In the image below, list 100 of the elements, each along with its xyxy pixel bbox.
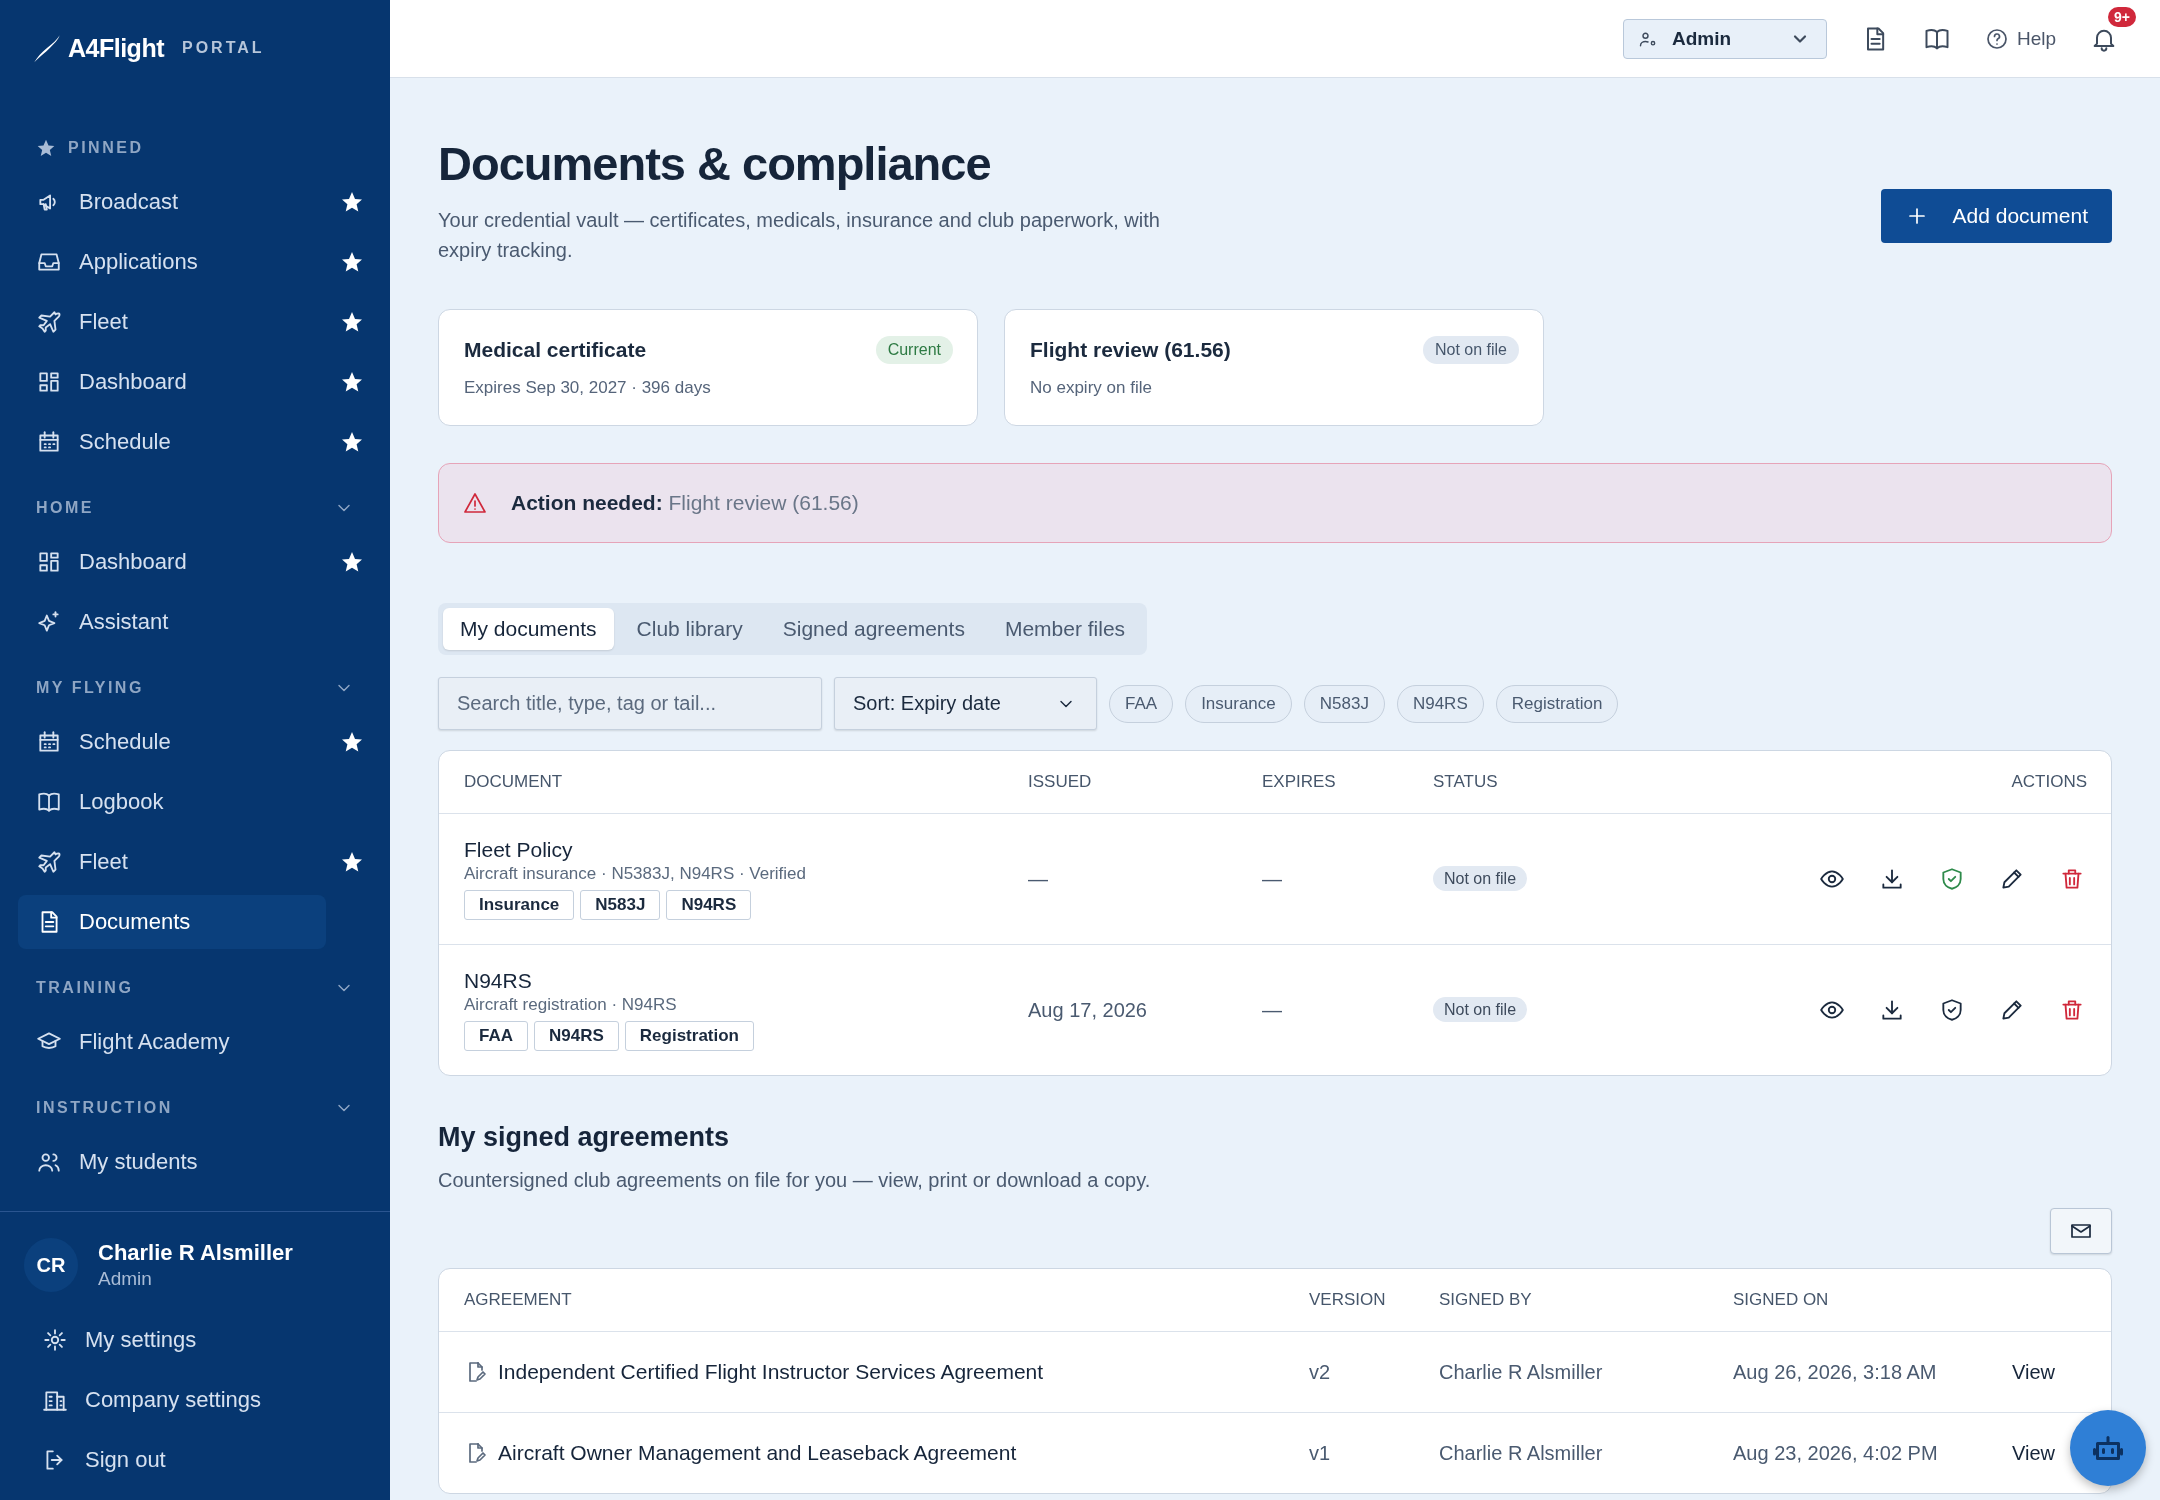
notification-count: 9+	[2108, 6, 2136, 27]
table-cell-text: v2	[1309, 1360, 1332, 1384]
shield-check-icon[interactable]	[1939, 866, 1965, 892]
tab[interactable]: Club library	[619, 608, 760, 650]
brand-name: A4Flight	[68, 33, 164, 63]
status-badge: Current	[875, 336, 953, 364]
star-icon[interactable]	[340, 430, 364, 454]
star-icon[interactable]	[340, 850, 364, 874]
tag: N94RS	[534, 1021, 619, 1051]
tab[interactable]: Member files	[987, 608, 1143, 650]
nav-item[interactable]: Dashboard	[18, 355, 326, 409]
tag: Registration	[624, 1021, 754, 1051]
tag: FAA	[464, 1021, 528, 1051]
column-header: AGREEMENT	[464, 1290, 573, 1310]
view-link[interactable]: View	[2012, 1360, 2055, 1384]
nav-item[interactable]: Applications	[18, 235, 326, 289]
column-header: ACTIONS	[2010, 772, 2087, 792]
search-field[interactable]: Search title, type, tag or tail...	[438, 677, 822, 730]
filter-chip[interactable]: Registration	[1495, 684, 1619, 723]
section-subtitle: Countersigned club agreements on file for you — view, print or download a copy.	[438, 1169, 1152, 1192]
nav-item[interactable]: My students	[18, 1135, 326, 1189]
grid-icon	[36, 549, 62, 575]
delete-icon[interactable]	[2059, 997, 2085, 1023]
filter-chip[interactable]: FAA	[1109, 684, 1174, 723]
alert-text: Action needed: Flight review (61.56)	[511, 491, 859, 515]
table-cell-text: Aug 17, 2026	[1028, 998, 1148, 1022]
column-header: DOCUMENT	[464, 772, 564, 792]
section-title: INSTRUCTION	[36, 1099, 174, 1117]
star-icon[interactable]	[340, 370, 364, 394]
edit-icon[interactable]	[1999, 997, 2025, 1023]
star-icon[interactable]	[340, 730, 364, 754]
card-detail: Expires Sep 30, 2027 · 396 days	[464, 378, 712, 398]
nav-item[interactable]: Schedule	[18, 715, 326, 769]
star-icon[interactable]	[340, 190, 364, 214]
nav-item[interactable]: Dashboard	[18, 535, 326, 589]
tab[interactable]: Signed agreements	[765, 608, 982, 650]
nav-item[interactable]: Broadcast	[18, 175, 326, 229]
status-badge: Not on file	[1433, 866, 1528, 891]
add-document-button[interactable]: Add document	[1880, 189, 2112, 243]
column-header: EXPIRES	[1262, 772, 1337, 792]
tag: Insurance	[464, 890, 575, 920]
section-title: HOME	[36, 499, 95, 517]
filter-chip[interactable]: N583J	[1303, 684, 1385, 723]
card-title: Flight review (61.56)	[1030, 338, 1231, 362]
star-icon[interactable]	[340, 250, 364, 274]
table-cell-text: —	[1262, 867, 1283, 891]
sort-select[interactable]: Sort: Expiry date	[834, 677, 1097, 730]
nav-item[interactable]: Flight Academy	[18, 1015, 326, 1069]
document-title[interactable]: Fleet Policy	[464, 838, 573, 862]
tag: N583J	[580, 890, 661, 920]
column-header: SIGNED BY	[1439, 1290, 1533, 1310]
email-button[interactable]	[2050, 1208, 2112, 1254]
user-role: Admin	[98, 1268, 153, 1290]
warning-icon	[463, 491, 487, 515]
page-title: Documents & compliance	[438, 136, 992, 191]
account-link[interactable]: Sign out	[0, 1430, 390, 1490]
account-link[interactable]: My settings	[0, 1310, 390, 1370]
view-link[interactable]: View	[2012, 1441, 2055, 1465]
page-subtitle: Your credential vault — certificates, medicals, insurance and club paperwork, with expiry tracking.	[438, 208, 1161, 263]
table-cell-text: Charlie R Alsmiller	[1439, 1360, 1604, 1384]
nav-item[interactable]: Assistant	[18, 595, 326, 649]
document-subtitle: Aircraft registration · N94RS	[464, 995, 677, 1015]
settings-icon	[42, 1327, 68, 1353]
star-icon[interactable]	[340, 310, 364, 334]
nav-item[interactable]: Fleet	[18, 835, 326, 889]
document-subtitle: Aircraft insurance · N5383J, N94RS · Verified	[464, 864, 807, 884]
nav-item[interactable]: Logbook	[18, 775, 326, 829]
status-badge: Not on file	[1422, 336, 1519, 364]
table-cell-text: Aug 23, 2026, 4:02 PM	[1733, 1441, 1939, 1465]
account-link[interactable]: Company settings	[0, 1370, 390, 1430]
nav-item[interactable]: Fleet	[18, 295, 326, 349]
section-title: MY FLYING	[36, 679, 145, 697]
filter-chip[interactable]: N94RS	[1396, 684, 1484, 723]
agreement-title: Independent Certified Flight Instructor Services Agreement	[498, 1360, 1044, 1384]
brand-tag: PORTAL	[182, 39, 265, 57]
star-icon[interactable]	[340, 550, 364, 574]
help-icon	[1984, 26, 2009, 51]
avatar: CR	[24, 1238, 78, 1292]
table-cell-text: —	[1028, 867, 1049, 891]
nav-item[interactable]: Schedule	[18, 415, 326, 469]
tab[interactable]: My documents	[443, 608, 614, 650]
filter-chip[interactable]: Insurance	[1185, 684, 1292, 723]
assistant-button[interactable]	[2070, 1410, 2146, 1486]
section-title: My signed agreements	[438, 1122, 731, 1153]
document-title[interactable]: N94RS	[464, 969, 532, 993]
column-header: ISSUED	[1028, 772, 1093, 792]
shield-check-icon[interactable]	[1939, 997, 1965, 1023]
user-name: Charlie R Alsmiller	[98, 1240, 293, 1266]
nav-item[interactable]: Documents	[18, 895, 326, 949]
section-title: TRAINING	[36, 979, 135, 997]
table-cell-text: Charlie R Alsmiller	[1439, 1441, 1604, 1465]
edit-icon[interactable]	[1999, 866, 2025, 892]
star-icon	[36, 138, 56, 158]
tag: N94RS	[666, 890, 752, 920]
calendar-icon	[36, 729, 62, 755]
role-select[interactable]: Admin	[1622, 18, 1827, 59]
delete-icon[interactable]	[2059, 866, 2085, 892]
help-link[interactable]: Help	[1984, 26, 2056, 51]
airplane-icon	[36, 849, 62, 875]
table-cell-text: Aug 26, 2026, 3:18 AM	[1733, 1360, 1938, 1384]
